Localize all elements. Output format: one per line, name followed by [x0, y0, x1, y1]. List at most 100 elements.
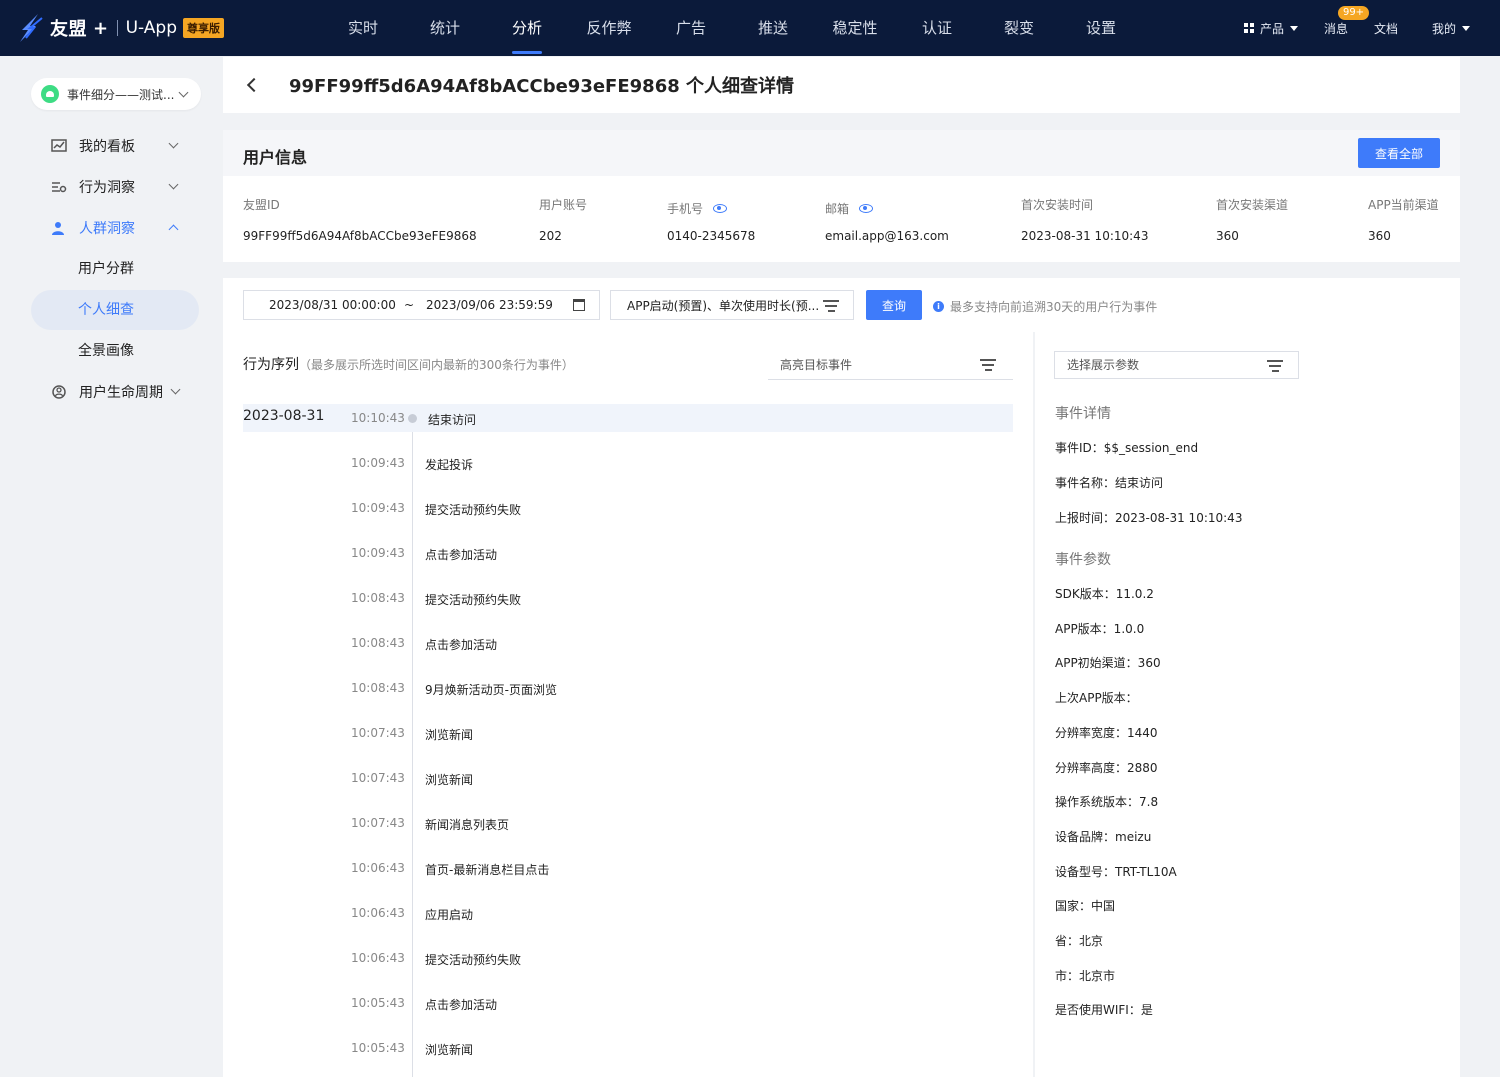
timeline-event-row[interactable]: 10:06:43 首页-最新消息栏目点击	[243, 854, 1013, 882]
user-info-header: 用户信息 查看全部	[223, 130, 1460, 176]
nav-auth[interactable]: 认证	[896, 0, 978, 56]
back-arrow-icon[interactable]	[246, 77, 262, 93]
filter-icon	[1267, 360, 1283, 372]
first-install-time-value: 2023-08-31 10:10:43	[1021, 229, 1149, 243]
brand-name: 友盟	[50, 19, 87, 40]
event-detail-field: 事件名称：结束访问	[1055, 476, 1164, 490]
nav-analysis[interactable]: 分析	[486, 0, 568, 56]
sequence-title-text: 行为序列	[243, 357, 299, 373]
event-detail-title: 事件详情	[1055, 406, 1111, 422]
event-param-field: 市：北京市	[1055, 968, 1116, 983]
end-date: 2023/09/06 23:59:59	[426, 298, 553, 312]
dashboard-icon	[51, 139, 67, 152]
timeline-event-row[interactable]: 10:09:43 提交活动预约失败	[243, 494, 1013, 522]
sidebar-sub-individual[interactable]: 个人细查	[31, 290, 199, 330]
timeline-event-row[interactable]: 10:08:43 9月焕新活动页-页面浏览	[243, 674, 1013, 702]
app-selector[interactable]: 事件细分——测试...	[31, 78, 201, 110]
event-time: 10:05:43	[351, 1041, 405, 1055]
sidebar-item-people[interactable]: 人群洞察	[31, 208, 199, 248]
event-name: 浏览新闻	[425, 773, 474, 787]
first-install-time-label: 首次安装时间	[1021, 198, 1094, 212]
sidebar-item-dashboard[interactable]: 我的看板	[31, 126, 199, 166]
logo-divider	[116, 20, 118, 36]
timeline-event-row[interactable]: 10:07:43 浏览新闻	[243, 719, 1013, 747]
highlight-event-select[interactable]: 高亮目标事件	[768, 350, 1013, 380]
event-time: 10:08:43	[351, 636, 405, 650]
sidebar-item-label: 行为洞察	[79, 180, 135, 196]
chevron-down-icon	[168, 138, 179, 149]
timeline-event-row[interactable]: 10:08:43 提交活动预约失败	[243, 584, 1013, 612]
logo[interactable]: 友盟 + U-App 尊享版	[16, 10, 225, 46]
event-detail-field: 上报时间：2023-08-31 10:10:43	[1055, 511, 1243, 525]
account-label: 用户账号	[539, 198, 588, 212]
event-selector[interactable]: APP启动(预置)、单次使用时长(预...	[610, 290, 854, 320]
sidebar-item-lifecycle[interactable]: 用户生命周期	[31, 372, 199, 412]
timeline-event-row[interactable]: 10:09:43 点击参加活动	[243, 539, 1013, 567]
app-selector-label: 事件细分——测试...	[67, 87, 175, 102]
filter-bar: 2023/08/31 00:00:00 ~ 2023/09/06 23:59:5…	[223, 278, 1460, 332]
timeline-date: 2023-08-31	[243, 408, 325, 424]
nav-settings[interactable]: 设置	[1060, 0, 1142, 56]
event-time: 10:06:43	[351, 906, 405, 920]
event-detail-panel: 选择展示参数 事件详情 事件ID：$$_session_end 事件名称：结束访问…	[1035, 332, 1460, 1077]
sequence-subtitle: （最多展示所选时间区间内最新的300条行为事件）	[299, 358, 574, 372]
eye-icon[interactable]	[859, 204, 874, 213]
date-range-picker[interactable]: 2023/08/31 00:00:00 ~ 2023/09/06 23:59:5…	[243, 290, 600, 320]
email-value: email.app@163.com	[825, 229, 949, 243]
user-info-card: 用户信息 查看全部 友盟ID 99FF99ff5d6A94Af8bACCbe93…	[223, 130, 1460, 262]
sidebar: 事件细分——测试... 我的看板 行为洞察 人群洞察 用户分群 个人细查 全景画…	[0, 56, 222, 1077]
eye-icon[interactable]	[713, 204, 728, 213]
timeline-event-row[interactable]: 10:06:43 提交活动预约失败	[243, 944, 1013, 972]
view-all-button[interactable]: 查看全部	[1358, 138, 1440, 168]
behavior-sequence-panel: 行为序列（最多展示所选时间区间内最新的300条行为事件） 高亮目标事件 2023…	[223, 332, 1033, 1077]
nav-statistics[interactable]: 统计	[404, 0, 486, 56]
query-button[interactable]: 查询	[866, 290, 922, 320]
first-install-channel-value: 360	[1216, 229, 1239, 243]
phone-value: 0140-2345678	[667, 229, 756, 243]
nav-fission[interactable]: 裂变	[978, 0, 1060, 56]
hint-text: 最多支持向前追溯30天的用户行为事件	[950, 300, 1158, 314]
nav-push[interactable]: 推送	[732, 0, 814, 56]
event-time: 10:08:43	[351, 681, 405, 695]
timeline-event-row[interactable]: 10:07:43 浏览新闻	[243, 764, 1013, 792]
email-label: 邮箱	[825, 200, 874, 217]
chevron-up-icon	[168, 224, 179, 235]
caret-down-icon	[1289, 25, 1298, 31]
main-menu: 实时 统计 分析 反作弊 广告 推送 稳定性 认证 裂变 设置	[322, 0, 1142, 56]
docs-link[interactable]: 文档	[1374, 20, 1398, 37]
messages-label: 消息	[1323, 21, 1348, 36]
event-time: 10:09:43	[351, 456, 405, 470]
umeng-id-label: 友盟ID	[243, 198, 280, 212]
timeline-event-row[interactable]: 2023-08-31 10:10:43 结束访问	[243, 404, 1013, 432]
timeline-event-row[interactable]: 10:08:43 点击参加活动	[243, 629, 1013, 657]
timeline-event-row[interactable]: 10:07:43 新闻消息列表页	[243, 809, 1013, 837]
event-param-field: APP初始渠道：360	[1055, 656, 1161, 671]
nav-ads[interactable]: 广告	[650, 0, 732, 56]
sidebar-sub-panorama[interactable]: 全景画像	[31, 331, 199, 371]
event-param-field: 分辨率宽度：1440	[1055, 725, 1158, 740]
people-icon	[52, 222, 64, 235]
mine-label: 我的	[1431, 21, 1456, 36]
param-select[interactable]: 选择展示参数	[1054, 351, 1299, 379]
timeline-event-row[interactable]: 10:05:43 浏览新闻	[243, 1034, 1013, 1062]
event-name: 浏览新闻	[425, 728, 474, 742]
mine-menu[interactable]: 我的	[1432, 20, 1470, 37]
calendar-icon	[573, 299, 585, 311]
nav-realtime[interactable]: 实时	[322, 0, 404, 56]
products-menu[interactable]: 产品	[1243, 20, 1298, 37]
timeline-event-row[interactable]: 10:09:43 发起投诉	[243, 449, 1013, 477]
sidebar-sub-segments[interactable]: 用户分群	[31, 249, 199, 289]
messages-link[interactable]: 消息 99+	[1323, 5, 1370, 37]
event-param-field: 分辨率高度：2880	[1055, 760, 1158, 775]
event-param-field: 设备型号：TRT-TL10A	[1055, 864, 1177, 879]
timeline-event-row[interactable]: 10:06:43 应用启动	[243, 899, 1013, 927]
sidebar-item-behavior[interactable]: 行为洞察	[31, 167, 199, 207]
timeline-dot-icon	[408, 414, 417, 423]
event-params-title: 事件参数	[1055, 552, 1111, 568]
timeline-event-row[interactable]: 10:05:43 点击参加活动	[243, 989, 1013, 1017]
event-param-field: 国家：中国	[1055, 899, 1116, 914]
user-info-title: 用户信息	[243, 148, 308, 167]
nav-anti-fraud[interactable]: 反作弊	[568, 0, 650, 56]
nav-stability[interactable]: 稳定性	[814, 0, 896, 56]
event-param-field: 省：北京	[1055, 934, 1104, 948]
